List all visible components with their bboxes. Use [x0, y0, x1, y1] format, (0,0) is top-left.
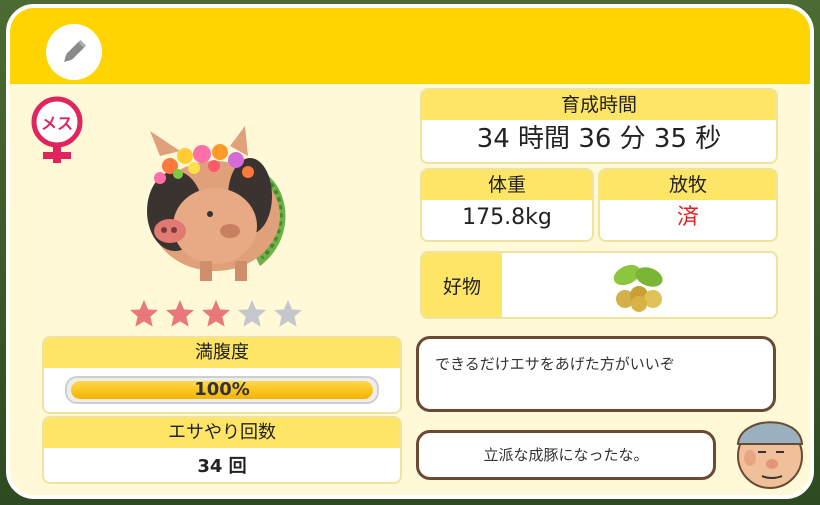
weight-panel: 体重 175.8kg: [420, 168, 594, 242]
weight-label: 体重: [422, 170, 592, 200]
satiety-value: 100%: [194, 379, 250, 400]
star-filled-icon: [130, 300, 158, 327]
feed-count-panel: エサやり回数 34 回: [42, 416, 402, 484]
grazing-panel: 放牧 済: [598, 168, 778, 242]
acorn-leaf-icon: [613, 264, 663, 312]
gender-label: メス: [41, 114, 73, 133]
grazing-label: 放牧: [600, 170, 776, 200]
feed-count-value: 34 回: [197, 456, 247, 477]
farmer-comment-bubble: 立派な成豚になったな。: [416, 430, 716, 480]
satiety-panel: 満腹度 100%: [42, 336, 402, 414]
star-empty-icon: [274, 300, 302, 327]
raising-time-label: 育成時間: [422, 90, 776, 120]
feed-count-label: エサやり回数: [44, 418, 400, 448]
grazing-value: 済: [676, 205, 699, 230]
pig-character-image: [147, 126, 286, 281]
favorite-food-panel: 好物: [420, 251, 778, 319]
farmer-comment-text: 立派な成豚になったな。: [483, 446, 649, 464]
pig-status-card: メス 満腹度 100% エサやり回数 34 回 育成時間 34 時間 36 分 …: [6, 4, 814, 499]
star-empty-icon: [238, 300, 266, 327]
rating-stars: [128, 298, 304, 330]
pencil-icon: [64, 39, 87, 62]
satiety-bar: 100%: [65, 376, 379, 404]
star-filled-icon: [202, 300, 230, 327]
farmer-advice-bubble: できるだけエサをあげた方がいいぞ: [416, 336, 776, 412]
favorite-food-label: 好物: [422, 253, 502, 317]
farmer-advice-text: できるだけエサをあげた方がいいぞ: [435, 355, 675, 373]
raising-time-panel: 育成時間 34 時間 36 分 35 秒: [420, 88, 778, 164]
raising-time-value: 34 時間 36 分 35 秒: [476, 124, 722, 154]
female-icon: メス: [31, 96, 83, 163]
satiety-label: 満腹度: [44, 338, 400, 368]
star-filled-icon: [166, 300, 194, 327]
weight-value: 175.8kg: [462, 205, 552, 230]
card-header: [10, 8, 810, 84]
farmer-avatar: [736, 421, 804, 489]
edit-button[interactable]: [46, 24, 102, 80]
